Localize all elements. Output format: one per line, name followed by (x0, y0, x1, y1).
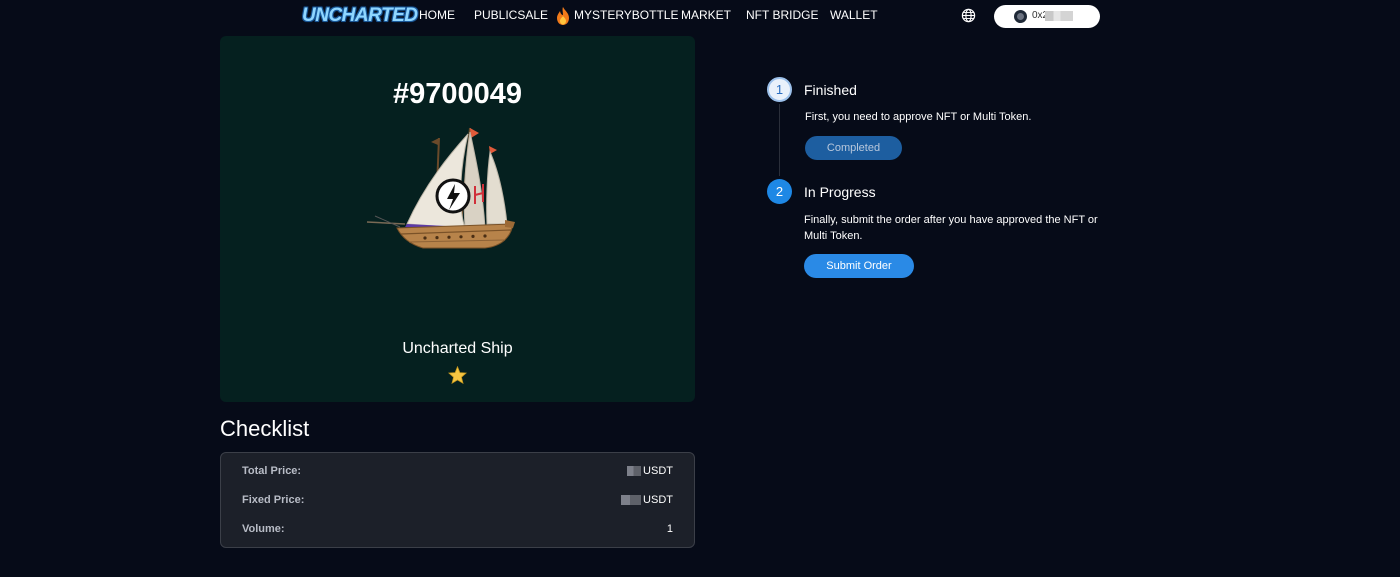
volume-value: 1 (666, 523, 673, 535)
nav-wallet[interactable]: WALLET (830, 8, 878, 22)
nft-card: #9700049 Uncharted Ship (220, 36, 695, 402)
star-icon (448, 366, 467, 384)
step-1-indicator: 1 (767, 77, 792, 102)
step-connector (779, 104, 780, 176)
nft-name: Uncharted Ship (402, 340, 513, 357)
fixed-price-label: Fixed Price: (242, 494, 305, 506)
volume-label: Volume: (242, 523, 285, 535)
step-1-title: Finished (804, 82, 857, 98)
total-price-value: USDT (627, 465, 673, 477)
fixed-price-currency: USDT (643, 494, 673, 506)
globe-icon[interactable] (961, 8, 976, 23)
price-redacted (627, 466, 642, 477)
wallet-address-button[interactable]: 0x2 (994, 5, 1100, 28)
wallet-avatar-icon (1014, 10, 1027, 23)
step-2-indicator: 2 (767, 179, 792, 204)
top-navbar: UNCHARTED HOME PUBLICSALE MYSTERYBOTTLE … (0, 0, 1400, 34)
nav-market[interactable]: MARKET (681, 8, 731, 22)
step-1-description: First, you need to approve NFT or Multi … (805, 111, 1032, 123)
fixed-price-value: USDT (621, 494, 673, 506)
completed-button[interactable]: Completed (805, 136, 902, 160)
submit-order-button[interactable]: Submit Order (804, 254, 914, 278)
step-2-title: In Progress (804, 184, 876, 200)
checklist-title: Checklist (220, 416, 310, 441)
logo[interactable]: UNCHARTED (302, 5, 418, 29)
nav-mysterybottle[interactable]: MYSTERYBOTTLE (574, 8, 678, 22)
fire-icon (557, 7, 569, 25)
nav-publicsale[interactable]: PUBLICSALE (474, 8, 548, 22)
step-2-description: Finally, submit the order after you have… (804, 214, 1098, 242)
wallet-address-redacted (1045, 11, 1073, 21)
ship-image (366, 127, 515, 249)
total-price-currency: USDT (643, 465, 673, 477)
price-redacted (621, 495, 642, 506)
total-price-label: Total Price: (242, 465, 302, 477)
checklist-box: Total Price: USDT Fixed Price: USDT Volu… (220, 452, 695, 548)
nft-id: #9700049 (392, 78, 523, 110)
page: UNCHARTED HOME PUBLICSALE MYSTERYBOTTLE … (0, 0, 1400, 577)
nav-home[interactable]: HOME (419, 8, 455, 22)
nav-nft-bridge[interactable]: NFT BRIDGE (746, 8, 818, 22)
